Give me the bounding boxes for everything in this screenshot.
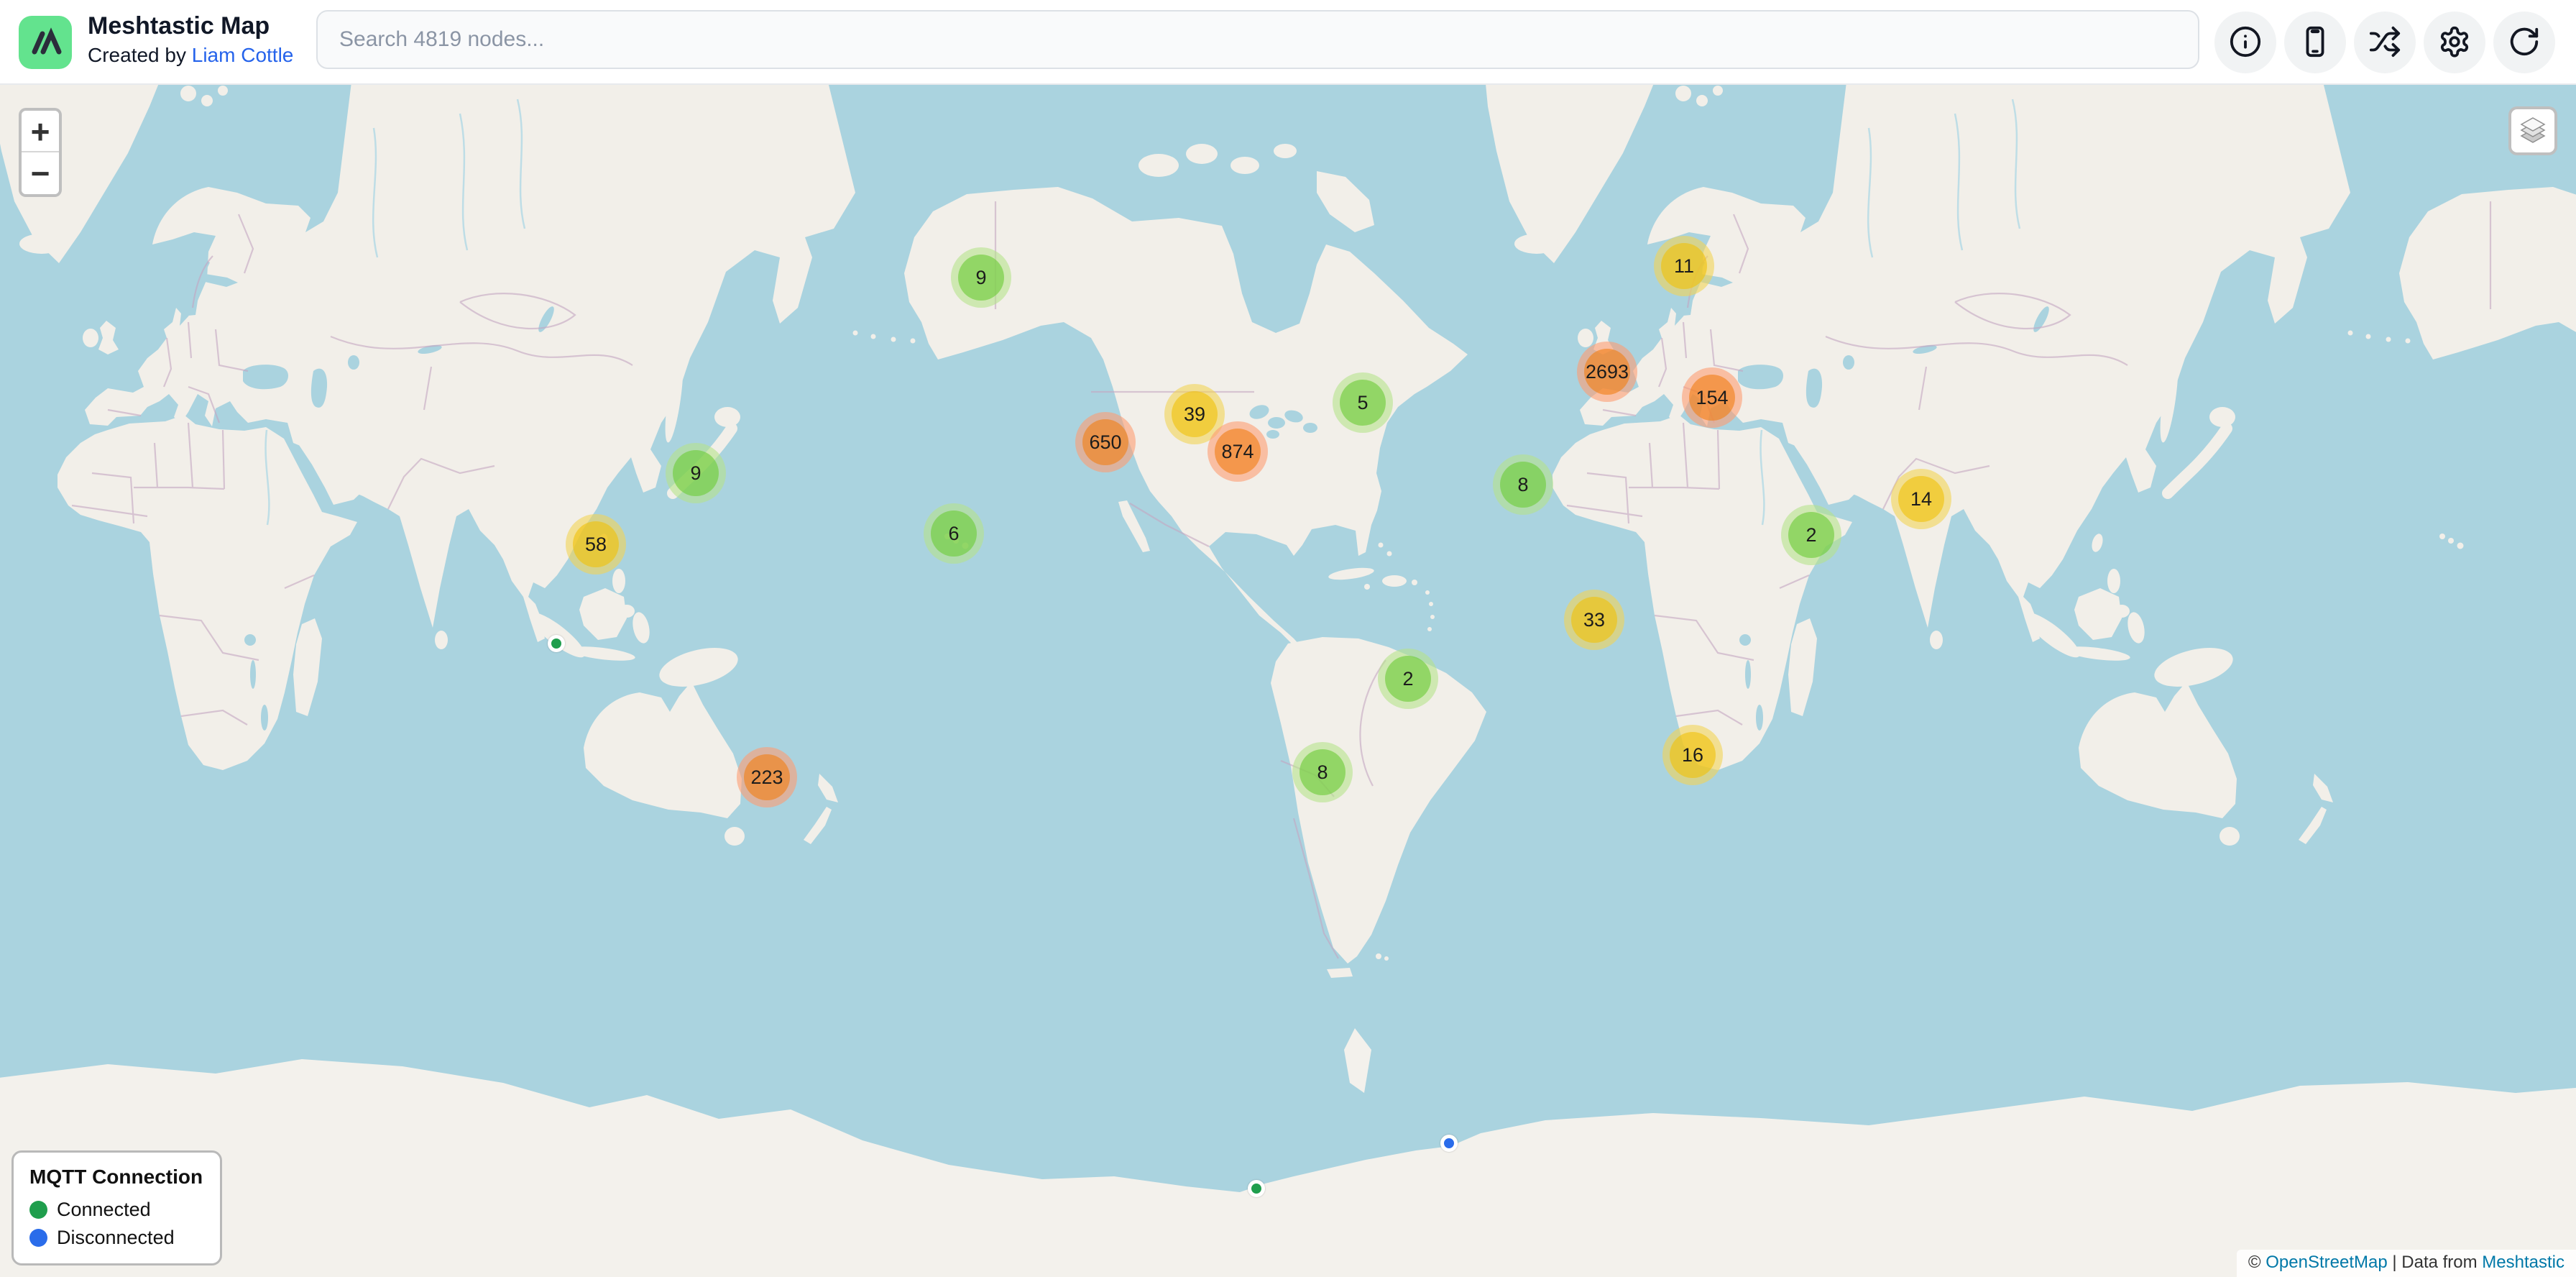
- cluster-count: 8: [1300, 749, 1346, 795]
- node-dot-connected[interactable]: [1248, 1180, 1265, 1197]
- page-subtitle: Created by Liam Cottle: [88, 44, 293, 67]
- gear-icon: [2438, 25, 2471, 60]
- cluster-count: 33: [1571, 597, 1617, 643]
- zoom-control: + −: [19, 108, 62, 197]
- cluster-marker[interactable]: 223: [737, 747, 797, 807]
- layers-control[interactable]: [2508, 106, 2557, 155]
- map-attribution: © OpenStreetMap | Data from Meshtastic: [2237, 1250, 2576, 1277]
- cluster-count: 11: [1661, 243, 1707, 289]
- attribution-separator: | Data from: [2388, 1253, 2483, 1272]
- cluster-count: 14: [1898, 476, 1944, 522]
- cluster-count: 5: [1340, 380, 1386, 426]
- cluster-marker[interactable]: 33: [1564, 590, 1624, 650]
- openstreetmap-link[interactable]: OpenStreetMap: [2266, 1253, 2387, 1272]
- legend-dot-icon: [29, 1229, 47, 1247]
- search-input[interactable]: [316, 10, 2199, 69]
- app-header: Meshtastic Map Created by Liam Cottle: [0, 0, 2576, 85]
- cluster-count: 39: [1172, 391, 1218, 437]
- attribution-prefix: ©: [2248, 1253, 2266, 1272]
- cluster-marker[interactable]: 8: [1292, 742, 1353, 802]
- map-tiles: [0, 85, 2576, 1277]
- legend-label: Connected: [57, 1199, 151, 1221]
- cluster-marker[interactable]: 650: [1075, 412, 1136, 472]
- author-link[interactable]: Liam Cottle: [192, 44, 294, 66]
- cluster-count: 2: [1385, 656, 1431, 702]
- mobile-app-button[interactable]: [2284, 12, 2346, 73]
- cluster-count: 154: [1689, 375, 1735, 421]
- legend-row: Connected: [29, 1199, 203, 1221]
- cluster-count: 6: [931, 511, 977, 557]
- cluster-marker[interactable]: 2: [1378, 649, 1438, 709]
- node-dot-disconnected[interactable]: [1440, 1135, 1458, 1152]
- cluster-marker[interactable]: 11: [1654, 236, 1714, 296]
- cluster-marker[interactable]: 14: [1891, 469, 1951, 529]
- cluster-marker[interactable]: 8: [1493, 454, 1553, 515]
- cluster-marker[interactable]: 9: [951, 247, 1011, 308]
- cluster-count: 2: [1788, 512, 1834, 558]
- settings-button[interactable]: [2424, 12, 2485, 73]
- legend-row: Disconnected: [29, 1227, 203, 1249]
- subtitle-prefix: Created by: [88, 44, 192, 66]
- meshtastic-link[interactable]: Meshtastic: [2482, 1253, 2564, 1272]
- cluster-count: 8: [1500, 462, 1546, 508]
- cluster-count: 58: [573, 521, 619, 567]
- cluster-marker[interactable]: 9: [666, 443, 726, 503]
- info-button[interactable]: [2214, 12, 2276, 73]
- legend-dot-icon: [29, 1201, 47, 1219]
- refresh-button[interactable]: [2493, 12, 2555, 73]
- cluster-count: 16: [1670, 732, 1716, 778]
- cluster-marker[interactable]: 6: [924, 503, 984, 564]
- layers-icon: [2517, 114, 2549, 149]
- page-title: Meshtastic Map: [88, 12, 293, 41]
- cluster-count: 2693: [1584, 349, 1630, 395]
- shuffle-icon: [2368, 25, 2401, 60]
- random-node-button[interactable]: [2354, 12, 2416, 73]
- world-map[interactable]: + − 911269315439650874589586214332162238…: [0, 85, 2576, 1277]
- mqtt-legend: MQTT Connection Connected Disconnected: [12, 1150, 222, 1265]
- cluster-marker[interactable]: 5: [1333, 372, 1393, 433]
- brand-block: Meshtastic Map Created by Liam Cottle: [88, 12, 293, 67]
- smartphone-icon: [2299, 25, 2332, 60]
- cluster-marker[interactable]: 58: [566, 514, 626, 575]
- cluster-count: 223: [744, 754, 790, 800]
- node-dot-connected[interactable]: [548, 635, 565, 652]
- zoom-out-button[interactable]: −: [22, 152, 59, 194]
- cluster-marker[interactable]: 2: [1781, 505, 1841, 565]
- cluster-count: 9: [958, 255, 1004, 301]
- info-icon: [2229, 25, 2262, 60]
- legend-label: Disconnected: [57, 1227, 175, 1249]
- cluster-marker[interactable]: 16: [1662, 725, 1723, 785]
- cluster-count: 9: [673, 450, 719, 496]
- meshtastic-logo-icon[interactable]: [19, 16, 72, 69]
- cluster-marker[interactable]: 874: [1208, 421, 1268, 482]
- cluster-marker[interactable]: 154: [1682, 367, 1742, 428]
- cluster-count: 874: [1215, 429, 1261, 475]
- zoom-in-button[interactable]: +: [22, 111, 59, 152]
- refresh-icon: [2508, 25, 2541, 60]
- cluster-count: 650: [1082, 419, 1128, 465]
- legend-title: MQTT Connection: [29, 1166, 203, 1189]
- cluster-marker[interactable]: 2693: [1577, 342, 1637, 402]
